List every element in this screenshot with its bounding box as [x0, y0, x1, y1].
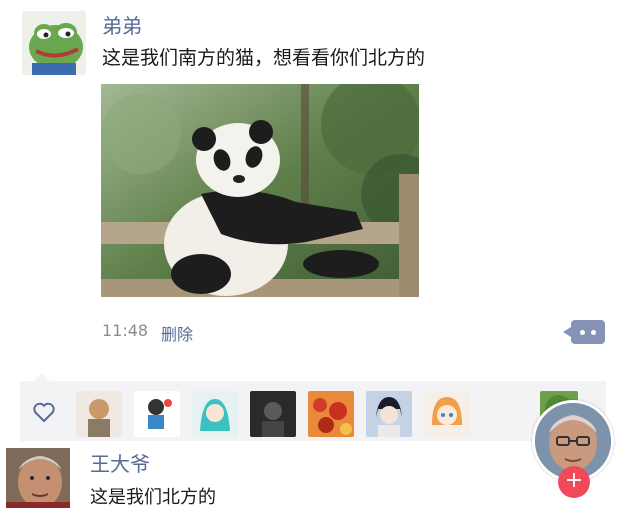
liker-avatar[interactable] [134, 391, 180, 437]
panda-image [101, 84, 419, 297]
more-dots-icon [591, 330, 596, 335]
plus-icon: + [564, 468, 584, 493]
liker-avatar[interactable] [366, 391, 412, 437]
liker-avatar[interactable] [424, 391, 470, 437]
liker-avatar[interactable] [76, 391, 122, 437]
frog-avatar-icon [22, 11, 86, 75]
elderly-man-avatar [6, 448, 70, 508]
heart-icon [33, 402, 55, 422]
more-dots-icon [580, 330, 585, 335]
add-button[interactable]: + [558, 466, 590, 498]
delete-link[interactable]: 删除 [161, 321, 193, 345]
liker-avatar[interactable] [308, 391, 354, 437]
post-photo[interactable] [101, 84, 419, 297]
comment-author-avatar[interactable] [6, 448, 70, 508]
liker-avatar[interactable] [250, 391, 296, 437]
more-button[interactable] [563, 320, 605, 344]
author-avatar[interactable] [22, 11, 86, 75]
author-name[interactable]: 弟弟 [102, 10, 142, 39]
comment-author-name[interactable]: 王大爷 [90, 448, 150, 477]
comment-text: 这是我们北方的 [90, 487, 216, 508]
post-time: 11:48 [102, 321, 149, 340]
post-text: 这是我们南方的猫，想看看你们北方的 [102, 47, 426, 69]
likes-panel [20, 373, 606, 441]
liker-avatar[interactable] [192, 391, 238, 437]
